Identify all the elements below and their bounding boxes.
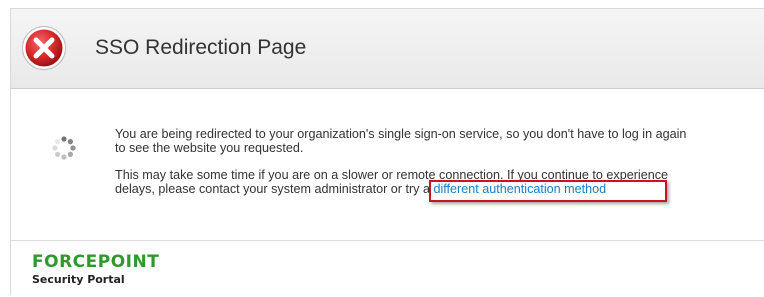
message-line-2: to see the website you requested.	[115, 141, 304, 155]
link-highlight-box	[429, 180, 667, 202]
loading-spinner-icon	[52, 136, 76, 160]
message-line-4: delays, please contact your system admin…	[115, 182, 434, 196]
sso-card: SSO Redirection Page You are being redir…	[10, 8, 764, 295]
page-footer: FORCEPOINT Security Portal	[11, 240, 764, 297]
message-line-1: You are being redirected to your organiz…	[115, 127, 687, 141]
page-title: SSO Redirection Page	[95, 36, 307, 59]
security-portal-label: Security Portal	[32, 273, 125, 286]
error-icon	[22, 26, 66, 70]
redirect-message: You are being redirected to your organiz…	[115, 127, 760, 155]
page-header: SSO Redirection Page	[11, 9, 764, 89]
forcepoint-logo: FORCEPOINT	[32, 252, 160, 272]
